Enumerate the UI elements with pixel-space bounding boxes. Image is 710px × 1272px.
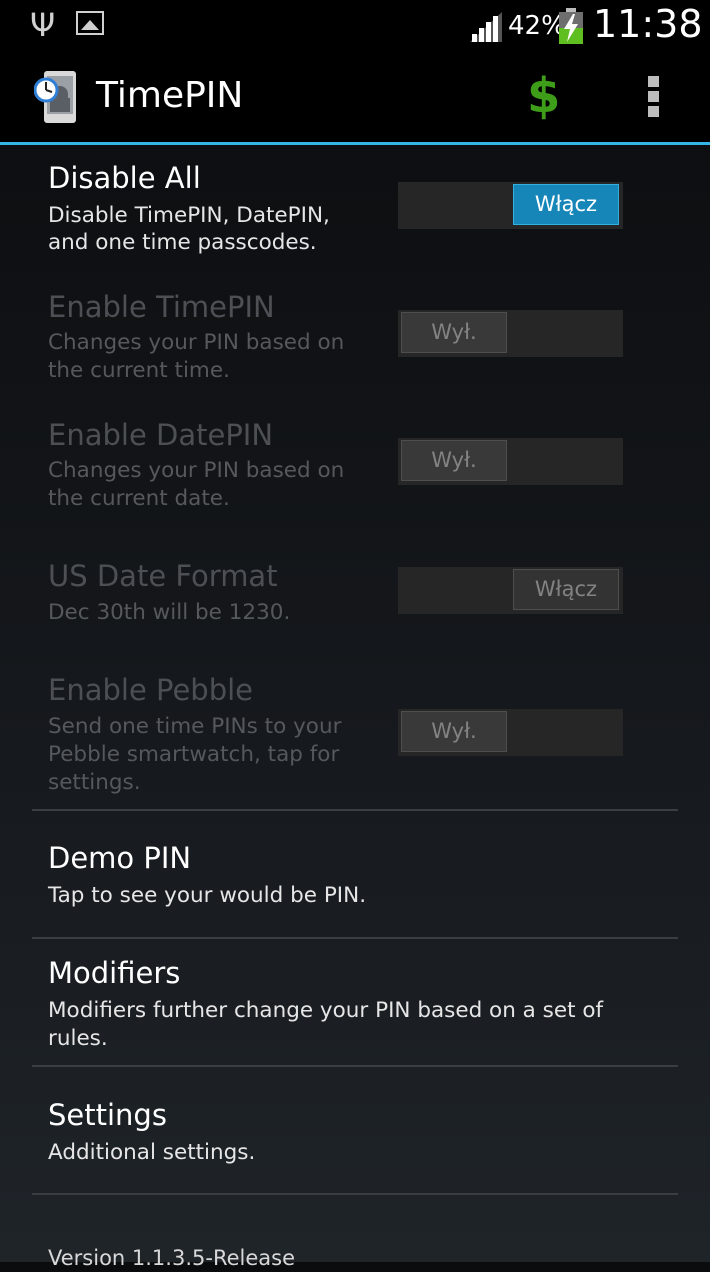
pref-summary: Changes your PIN based on bbox=[48, 458, 345, 483]
pref-summary: Changes your PIN based on bbox=[48, 330, 345, 355]
pref-title: Settings bbox=[48, 1098, 167, 1132]
pref-summary: the current date. bbox=[48, 486, 230, 511]
pref-summary: Additional settings. bbox=[48, 1140, 256, 1165]
clock: 11:38 bbox=[593, 2, 703, 46]
usb-icon: Ψ bbox=[30, 6, 56, 44]
divider bbox=[32, 1193, 678, 1195]
pref-title: Enable Pebble bbox=[48, 673, 254, 707]
pref-summary: Disable TimePIN, DatePIN, bbox=[48, 203, 330, 228]
us-date-format-switch: Włącz bbox=[398, 567, 623, 614]
switch-thumb: Wył. bbox=[401, 440, 507, 481]
enable-datepin-switch: Wył. bbox=[398, 438, 623, 485]
enable-pebble-switch: Wył. bbox=[398, 709, 623, 756]
pref-title: Modifiers bbox=[48, 956, 181, 990]
enable-timepin-switch: Wył. bbox=[398, 310, 623, 357]
pref-demo-pin[interactable]: Demo PIN Tap to see your would be PIN. bbox=[0, 811, 710, 938]
pref-summary: and one time passcodes. bbox=[48, 230, 317, 255]
pref-title: Disable All bbox=[48, 161, 201, 195]
pref-summary: Dec 30th will be 1230. bbox=[48, 600, 291, 625]
battery-charging-icon bbox=[559, 8, 583, 44]
image-icon bbox=[76, 11, 104, 35]
pref-settings[interactable]: Settings Additional settings. bbox=[0, 1067, 710, 1194]
pref-summary: settings. bbox=[48, 770, 141, 795]
pref-summary: Tap to see your would be PIN. bbox=[48, 883, 367, 908]
pref-enable-pebble: Enable Pebble Send one time PINs to your… bbox=[0, 671, 710, 801]
app-title: TimePIN bbox=[96, 75, 244, 116]
switch-thumb: Włącz bbox=[513, 569, 619, 610]
overflow-menu-icon[interactable] bbox=[648, 76, 660, 118]
pref-us-date-format: US Date Format Dec 30th will be 1230. Wł… bbox=[0, 557, 710, 637]
pref-title: Enable DatePIN bbox=[48, 418, 274, 452]
switch-thumb: Włącz bbox=[513, 184, 619, 225]
pref-summary: rules. bbox=[48, 1026, 108, 1051]
pref-title: Enable TimePIN bbox=[48, 290, 275, 324]
disable-all-switch[interactable]: Włącz bbox=[398, 182, 623, 229]
donate-icon[interactable]: $ bbox=[527, 68, 560, 124]
pref-summary: Pebble smartwatch, tap for bbox=[48, 742, 340, 767]
pref-disable-all[interactable]: Disable All Disable TimePIN, DatePIN, an… bbox=[0, 158, 710, 258]
pref-title: US Date Format bbox=[48, 559, 278, 593]
pref-summary: the current time. bbox=[48, 358, 230, 383]
app-icon bbox=[34, 71, 76, 123]
version-text: Version 1.1.3.5-Release bbox=[48, 1246, 295, 1270]
action-bar: TimePIN $ bbox=[0, 50, 710, 145]
pref-summary: Send one time PINs to your bbox=[48, 714, 342, 739]
signal-icon bbox=[470, 12, 502, 42]
status-bar: Ψ 42% 11:38 bbox=[0, 0, 710, 50]
pref-enable-datepin: Enable DatePIN Changes your PIN based on… bbox=[0, 415, 710, 515]
pref-title: Demo PIN bbox=[48, 841, 192, 875]
pref-enable-timepin: Enable TimePIN Changes your PIN based on… bbox=[0, 287, 710, 387]
pref-summary: Modifiers further change your PIN based … bbox=[48, 998, 604, 1023]
switch-thumb: Wył. bbox=[401, 312, 507, 353]
pref-modifiers[interactable]: Modifiers Modifiers further change your … bbox=[0, 939, 710, 1066]
switch-thumb: Wył. bbox=[401, 711, 507, 752]
